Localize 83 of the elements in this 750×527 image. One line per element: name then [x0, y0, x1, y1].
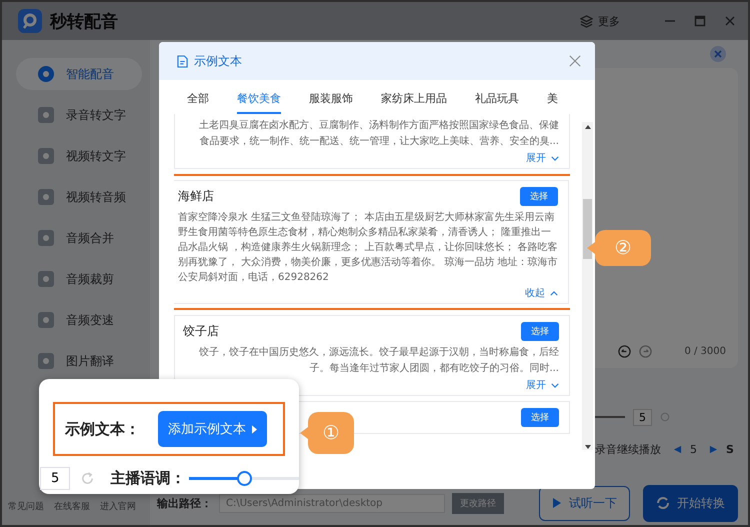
scroll-down-icon[interactable] — [584, 445, 590, 449]
reset-icon[interactable] — [660, 412, 670, 422]
number-field[interactable]: 5 — [40, 467, 70, 490]
close-icon[interactable] — [569, 55, 581, 67]
select-button[interactable]: 选择 — [520, 186, 558, 206]
play-icon — [552, 497, 562, 509]
sidebar-item[interactable]: 视频转文字 — [16, 140, 142, 172]
document-icon — [177, 54, 188, 68]
callout-pointer — [300, 427, 308, 439]
sidebar-item[interactable]: 音频裁剪 — [16, 263, 142, 295]
feature-icon — [38, 353, 54, 369]
category-tab[interactable]: 服装服饰 — [309, 83, 353, 114]
select-button[interactable]: 选择 — [521, 322, 559, 340]
sidebar-item[interactable]: 智能配音 — [16, 58, 142, 90]
number-field[interactable]: 5 — [633, 408, 652, 426]
card-text: 首家空降冷泉水 生猛三文鱼登陆琼海了； 本店由五星级厨艺大师林家富先生采用云南野生食用菌等特色原生态食材，精心炮制众多精品私家菜肴，清香诱人； 隆重推出一品水晶火锅 ，构造健康养生火锅新理念； 上百款粤式早点，让你回味悠长； 各路吃客别再犹豫了， 大众消费，物美价廉，更多优惠活动等着你。 琼海一品坊 地址：琼海市公安局斜对面，电话，62928262 — [178, 210, 558, 285]
sidebar-item[interactable]: 录音转文字 — [16, 99, 142, 131]
card-title: 海鲜店 — [178, 188, 214, 204]
tone-slider[interactable] — [189, 471, 299, 486]
scroll-up-icon[interactable] — [584, 125, 590, 129]
feature-icon — [38, 107, 54, 123]
step-callout: ① — [300, 412, 354, 454]
add-sample-button[interactable]: 添加示例文本 — [158, 411, 267, 447]
playback-label: 录音继续播放 — [595, 442, 661, 456]
scrollbar-thumb[interactable] — [583, 199, 592, 259]
toggle-link[interactable]: 展开 — [526, 378, 559, 392]
category-tab[interactable]: 礼品玩具 — [475, 83, 519, 114]
dialog-title: 示例文本 — [194, 52, 242, 70]
close-icon[interactable] — [710, 46, 726, 62]
sample-text-label: 示例文本： — [65, 420, 140, 438]
card-text: 食品要求，统一制作、统一配送、统一管理，让大家吃上美味、营养、安全的臭... — [198, 134, 559, 149]
feature-icon — [38, 148, 54, 164]
card-text: 饺子，饺子在中国历史悠久，源远流长。饺子最早起源于汉朝，当时称扁食，后经 — [198, 346, 559, 360]
close-icon[interactable] — [724, 15, 736, 27]
category-tab[interactable]: 家纺床上用品 — [381, 83, 447, 114]
feature-icon — [38, 271, 54, 287]
feature-icon — [38, 312, 54, 328]
toggle-link[interactable]: 收起 — [525, 286, 558, 300]
chevron-up-icon — [550, 290, 558, 296]
character-count: 0 / 3000 — [684, 346, 726, 357]
select-button[interactable]: 选择 — [521, 408, 559, 426]
convert-button[interactable]: 开始转换 — [643, 484, 738, 522]
maximize-icon[interactable] — [694, 15, 706, 27]
category-tab[interactable]: 美 — [547, 83, 558, 114]
redo-icon[interactable] — [639, 345, 652, 358]
chevron-down-icon — [551, 156, 559, 160]
sidebar-item[interactable]: 视频转音频 — [16, 181, 142, 213]
card-text: 子。每当逢年过节家人团圆，都有吃饺子的习俗。同时... — [308, 362, 559, 376]
output-label: 输出路径： — [157, 496, 212, 510]
help-link[interactable]: 进入官网 — [100, 500, 136, 513]
change-path-button[interactable]: 更改路径 — [452, 492, 504, 514]
tone-label: 主播语调： — [110, 469, 186, 488]
refresh-icon[interactable] — [80, 471, 96, 486]
slider-thumb[interactable] — [237, 471, 252, 486]
sidebar-item[interactable]: 音频合并 — [16, 222, 142, 254]
pause-value: 5 — [690, 442, 697, 456]
sidebar-item[interactable]: 音频变速 — [16, 304, 142, 336]
toggle-link[interactable]: 展开 — [526, 151, 559, 165]
callout-pointer — [587, 242, 595, 254]
feature-icon — [38, 66, 54, 82]
feature-icon — [38, 230, 54, 246]
more-menu[interactable]: 更多 — [598, 14, 620, 28]
layers-icon — [580, 14, 593, 28]
step-callout: ② — [587, 230, 651, 266]
undo-icon[interactable] — [618, 345, 632, 358]
decrease-icon[interactable] — [673, 444, 682, 454]
pause-unit: S — [726, 442, 734, 456]
sidebar-item[interactable]: 图片翻译 — [16, 345, 142, 377]
preview-button[interactable]: 试听一下 — [539, 486, 630, 520]
card-title: 饺子店 — [183, 322, 219, 340]
card-text: 土老四臭豆腐在卤水配方、豆腐制作、汤料制作方面严格按照国家绿色食品、保健 — [198, 118, 559, 133]
chevron-down-icon — [551, 382, 559, 388]
increase-icon[interactable] — [709, 444, 718, 454]
feature-icon — [38, 189, 54, 205]
scrollbar[interactable] — [582, 122, 593, 450]
help-link[interactable]: 常见问题 — [8, 500, 44, 513]
output-path-field[interactable]: C:\Users\Administrator\desktop — [219, 494, 445, 512]
sync-icon — [656, 496, 670, 510]
category-tab[interactable]: 全部 — [187, 83, 209, 114]
app-logo-icon — [18, 9, 42, 33]
caret-icon — [252, 424, 257, 434]
app-title: 秒转配音 — [50, 10, 118, 32]
help-link[interactable]: 在线客服 — [54, 500, 90, 513]
